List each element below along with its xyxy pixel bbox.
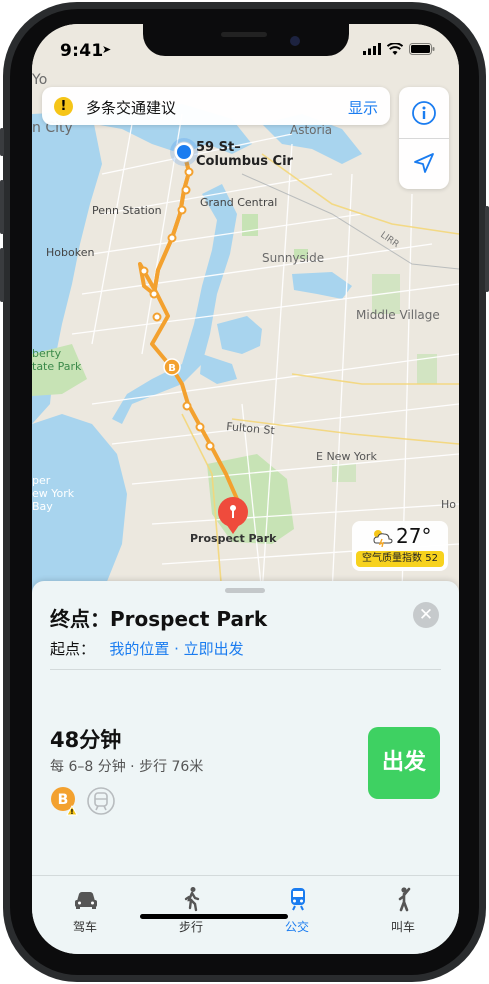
map-label-upper-bay-2: ew York — [32, 487, 75, 500]
weather-thunder-sun-icon — [373, 530, 393, 547]
walk-icon — [184, 887, 200, 912]
map-label-middle-village: Middle Village — [356, 308, 440, 322]
map-label-liberty-2: tate Park — [32, 360, 82, 373]
map-label-e-new-york: E New York — [316, 450, 377, 463]
depart-time-link[interactable]: 立即出发 — [184, 640, 244, 658]
volume-down-button — [0, 248, 4, 302]
map-label-york: Yo — [32, 72, 47, 88]
map-label-hoboken: Hoboken — [46, 246, 94, 259]
go-button[interactable]: 出发 — [368, 727, 440, 799]
locate-me-icon[interactable] — [413, 152, 435, 174]
map-label-penn-station: Penn Station — [92, 204, 162, 217]
train-icon — [291, 888, 305, 911]
map-label-upper-bay-1: per — [32, 474, 51, 487]
wifi-icon — [387, 43, 403, 55]
map-label-start-1: 59 St– — [196, 140, 241, 155]
destination-prefix: 终点： — [50, 607, 110, 631]
notch — [143, 24, 349, 56]
map-controls — [399, 87, 449, 189]
status-time: 9:41 — [60, 41, 104, 61]
map-label-upper-bay-3: Bay — [32, 500, 53, 513]
cellular-signal-icon — [363, 43, 381, 55]
temperature: 27° — [396, 524, 432, 548]
tab-walk[interactable]: 步行 — [138, 876, 244, 936]
map-label-astoria: Astoria — [290, 123, 332, 137]
tab-transit-label: 公交 — [284, 920, 309, 934]
map-label-prospect-park: Prospect Park — [190, 532, 277, 545]
train-outline-icon — [87, 787, 115, 815]
sheet-divider — [50, 669, 441, 670]
origin-separator: · — [169, 640, 184, 658]
svg-text:B: B — [58, 792, 69, 808]
map-label-grand-central: Grand Central — [200, 196, 277, 209]
mute-switch — [0, 128, 4, 156]
destination-name: Prospect Park — [110, 607, 268, 631]
map-label-start-2: Columbus Cir — [196, 154, 294, 169]
front-camera — [290, 36, 300, 46]
line-b-map-badge[interactable]: B — [163, 358, 181, 376]
svg-text:B: B — [168, 363, 176, 374]
battery-icon — [409, 43, 435, 55]
close-button[interactable]: ✕ — [413, 602, 439, 628]
sheet-grabber[interactable] — [225, 588, 265, 593]
tab-transit[interactable]: 公交 — [244, 876, 350, 936]
status-indicators — [363, 43, 435, 55]
map-label-ho: Ho — [441, 498, 456, 511]
tab-rideshare-label: 叫车 — [390, 920, 415, 934]
close-icon: ✕ — [418, 605, 434, 625]
tab-walk-label: 步行 — [178, 920, 203, 934]
map-controls-divider — [399, 138, 449, 139]
location-services-icon: ➤ — [102, 43, 112, 56]
banner-text: 多条交通建议 — [86, 99, 177, 117]
banner-show-button[interactable]: 显示 — [348, 97, 378, 118]
warning-icon: ! — [54, 97, 73, 116]
transit-suggestions-banner[interactable]: ! 多条交通建议 显示 — [42, 87, 390, 125]
rideshare-icon — [398, 887, 411, 912]
user-location-icon[interactable] — [170, 138, 198, 166]
map-label-sunnyside: Sunnyside — [262, 251, 324, 265]
route-modes: B ! — [50, 786, 116, 816]
tab-rideshare[interactable]: 叫车 — [350, 876, 456, 936]
info-icon[interactable] — [411, 100, 437, 126]
tab-drive[interactable]: 驾车 — [32, 876, 138, 936]
power-button — [485, 206, 489, 292]
tab-drive-label: 驾车 — [72, 920, 97, 934]
volume-up-button — [0, 180, 4, 234]
svg-text:!: ! — [70, 808, 73, 816]
map-label-liberty-1: berty — [32, 347, 62, 360]
route-detail: 每 6–8 分钟 · 步行 76米 — [50, 759, 204, 775]
speaker-grille — [221, 32, 267, 37]
origin-value-link[interactable]: 我的位置 — [109, 640, 169, 658]
origin-label: 起点： — [50, 640, 96, 658]
weather-widget: 27° 空气质量指数 52 — [352, 521, 448, 571]
air-quality-badge: 空气质量指数 52 — [356, 551, 444, 567]
car-icon — [75, 892, 97, 909]
route-sheet[interactable]: 终点：Prospect Park ✕ 起点： 我的位置 · 立即出发 48分钟 … — [32, 581, 459, 954]
route-duration: 48分钟 — [50, 728, 122, 752]
bus-line-b-icon: B ! — [51, 787, 78, 816]
origin-row: 起点： 我的位置 · 立即出发 — [50, 638, 244, 659]
home-indicator[interactable] — [140, 914, 288, 919]
screen: Yo n City Astoria Penn Station Grand Cen… — [32, 24, 459, 954]
destination-title: 终点：Prospect Park — [50, 603, 267, 632]
